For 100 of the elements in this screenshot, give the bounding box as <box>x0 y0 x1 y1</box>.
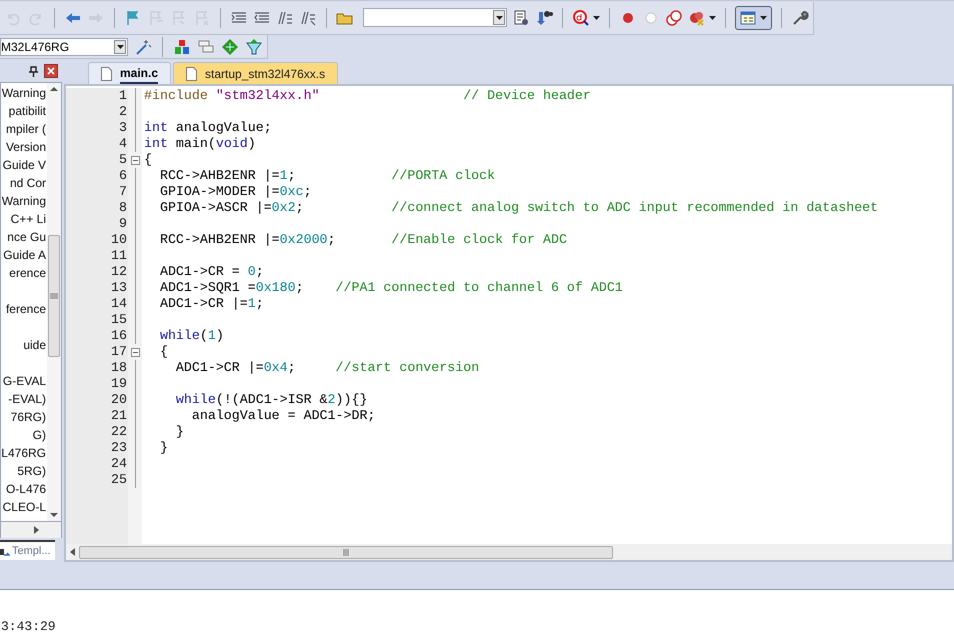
code-token: ; <box>256 296 264 312</box>
tree-item[interactable]: nd Cor <box>1 174 47 192</box>
code-token: while <box>174 392 216 408</box>
caret-icon <box>593 16 600 20</box>
diamond-icon[interactable] <box>221 38 239 56</box>
tree-item[interactable]: Version <box>1 138 47 156</box>
code-token: int <box>144 120 168 136</box>
wrench-icon[interactable] <box>791 8 809 26</box>
line-number: 4 <box>118 136 128 152</box>
file-tab[interactable]: startup_stm32l476xx.s <box>173 62 338 84</box>
code-token: ) <box>216 328 224 344</box>
line-number: 9 <box>118 216 128 232</box>
code-token: main( <box>174 136 216 152</box>
code-token: while <box>158 328 200 344</box>
templates-tab[interactable]: Templ... <box>0 540 55 560</box>
code-token: 1 <box>280 168 288 184</box>
caret-icon <box>496 16 502 20</box>
binoculars-arrow-icon[interactable] <box>535 8 553 26</box>
line-number: 16 <box>110 328 128 344</box>
collapse-icon[interactable] <box>130 156 140 164</box>
code-token: ADC1->SQR1 = <box>158 280 256 296</box>
code-token: ; <box>288 360 296 376</box>
code-token: #include <box>144 88 209 104</box>
vertical-scrollbar[interactable] <box>47 83 61 521</box>
blocks-icon[interactable] <box>173 38 191 56</box>
output-line: 3:43:29 <box>0 618 57 636</box>
code-token: //PA1 connected to channel 6 of ADC1 <box>334 280 623 296</box>
tree-item[interactable]: Warning <box>1 84 47 102</box>
line-number: 5 <box>118 152 128 168</box>
code-token: } <box>158 440 168 456</box>
tree-item[interactable]: G) <box>1 426 47 444</box>
tree-item[interactable]: O-L476 <box>1 480 47 498</box>
code-token: //Enable clock for ADC <box>390 232 567 248</box>
code-token: GPIOA->MODER |= <box>158 184 280 200</box>
line-number: 3 <box>118 120 128 136</box>
code-token: //connect analog switch to ADC input recommended in datasheet <box>390 200 878 216</box>
tree-item[interactable]: uide <box>1 336 47 354</box>
tree-item[interactable]: C++ Li <box>1 210 47 228</box>
windows-icon[interactable] <box>197 38 215 56</box>
line-number: 14 <box>110 296 128 312</box>
code-token: 0x4 <box>264 360 288 376</box>
code-token: 0 <box>248 264 256 280</box>
code-token: 0x2 <box>272 200 296 216</box>
two-circles-icon[interactable] <box>665 8 683 26</box>
line-number: 8 <box>118 200 128 216</box>
close-icon[interactable] <box>44 64 58 78</box>
tree-item[interactable]: -EVAL) <box>1 390 47 408</box>
tree-item[interactable]: Guide V <box>1 156 47 174</box>
collapse-icon[interactable] <box>130 348 140 356</box>
line-number: 23 <box>110 440 128 456</box>
tree-item[interactable]: G-EVAL <box>1 372 47 390</box>
window-layout-button[interactable] <box>735 6 772 30</box>
line-number: 13 <box>110 280 128 296</box>
tree-item[interactable]: erence <box>1 264 47 282</box>
line-number: 24 <box>110 456 128 472</box>
horizontal-scrollbar[interactable] <box>66 544 952 560</box>
tree-item[interactable]: Guide A <box>1 246 47 264</box>
caret-icon <box>709 16 716 20</box>
right-arrow-icon[interactable] <box>34 526 39 534</box>
code-token: analogValue = ADC1->DR; <box>190 408 376 424</box>
code-token: )){} <box>336 392 368 408</box>
tree-item[interactable]: nce Gu <box>1 228 47 246</box>
tree-item[interactable]: CLEO-L <box>1 498 47 516</box>
code-token: ; <box>296 200 304 216</box>
file-tab[interactable]: main.c <box>88 62 172 84</box>
debug-magnifier-icon[interactable] <box>572 8 590 26</box>
code-token: 2 <box>328 392 336 408</box>
code-token: RCC->AHB2ENR |= <box>158 168 280 184</box>
line-number: 1 <box>118 88 128 104</box>
tree-item[interactable]: Warning <box>1 192 47 210</box>
find-combo-box[interactable] <box>363 8 507 27</box>
grip-icon <box>343 548 349 556</box>
code-token: (!(ADC1->ISR & <box>216 392 328 408</box>
tree-item[interactable]: patibilit <box>1 102 47 120</box>
caret-icon <box>116 44 124 48</box>
tree-item[interactable]: 76RG) <box>1 408 47 426</box>
tree-item[interactable]: mpiler ( <box>1 120 47 138</box>
line-number: 10 <box>110 232 128 248</box>
code-token: { <box>158 344 168 360</box>
target-select[interactable]: M32L476RG <box>0 38 128 56</box>
code-token: //PORTA clock <box>390 168 496 184</box>
document-icon <box>186 66 198 80</box>
code-token: ; <box>256 264 264 280</box>
tree-item[interactable]: L476RG <box>1 444 47 462</box>
line-number: 11 <box>110 248 128 264</box>
code-token: //start conversion <box>334 360 480 376</box>
wand-icon[interactable] <box>134 38 152 56</box>
code-token: void <box>216 136 248 152</box>
code-token: 0x2000 <box>280 232 328 248</box>
tree-item[interactable]: 5RG) <box>1 462 47 480</box>
pin-icon[interactable] <box>29 66 38 76</box>
code-token: RCC->AHB2ENR |= <box>158 232 280 248</box>
document-search-icon[interactable] <box>512 8 530 26</box>
line-number: 6 <box>118 168 128 184</box>
left-arrow-icon[interactable] <box>70 548 75 556</box>
tree-item[interactable]: ference <box>1 300 47 318</box>
funnel-icon[interactable] <box>245 38 263 56</box>
line-number: 7 <box>118 184 128 200</box>
code-token: ) <box>248 136 256 152</box>
code-token: ADC1->CR = <box>158 264 241 280</box>
